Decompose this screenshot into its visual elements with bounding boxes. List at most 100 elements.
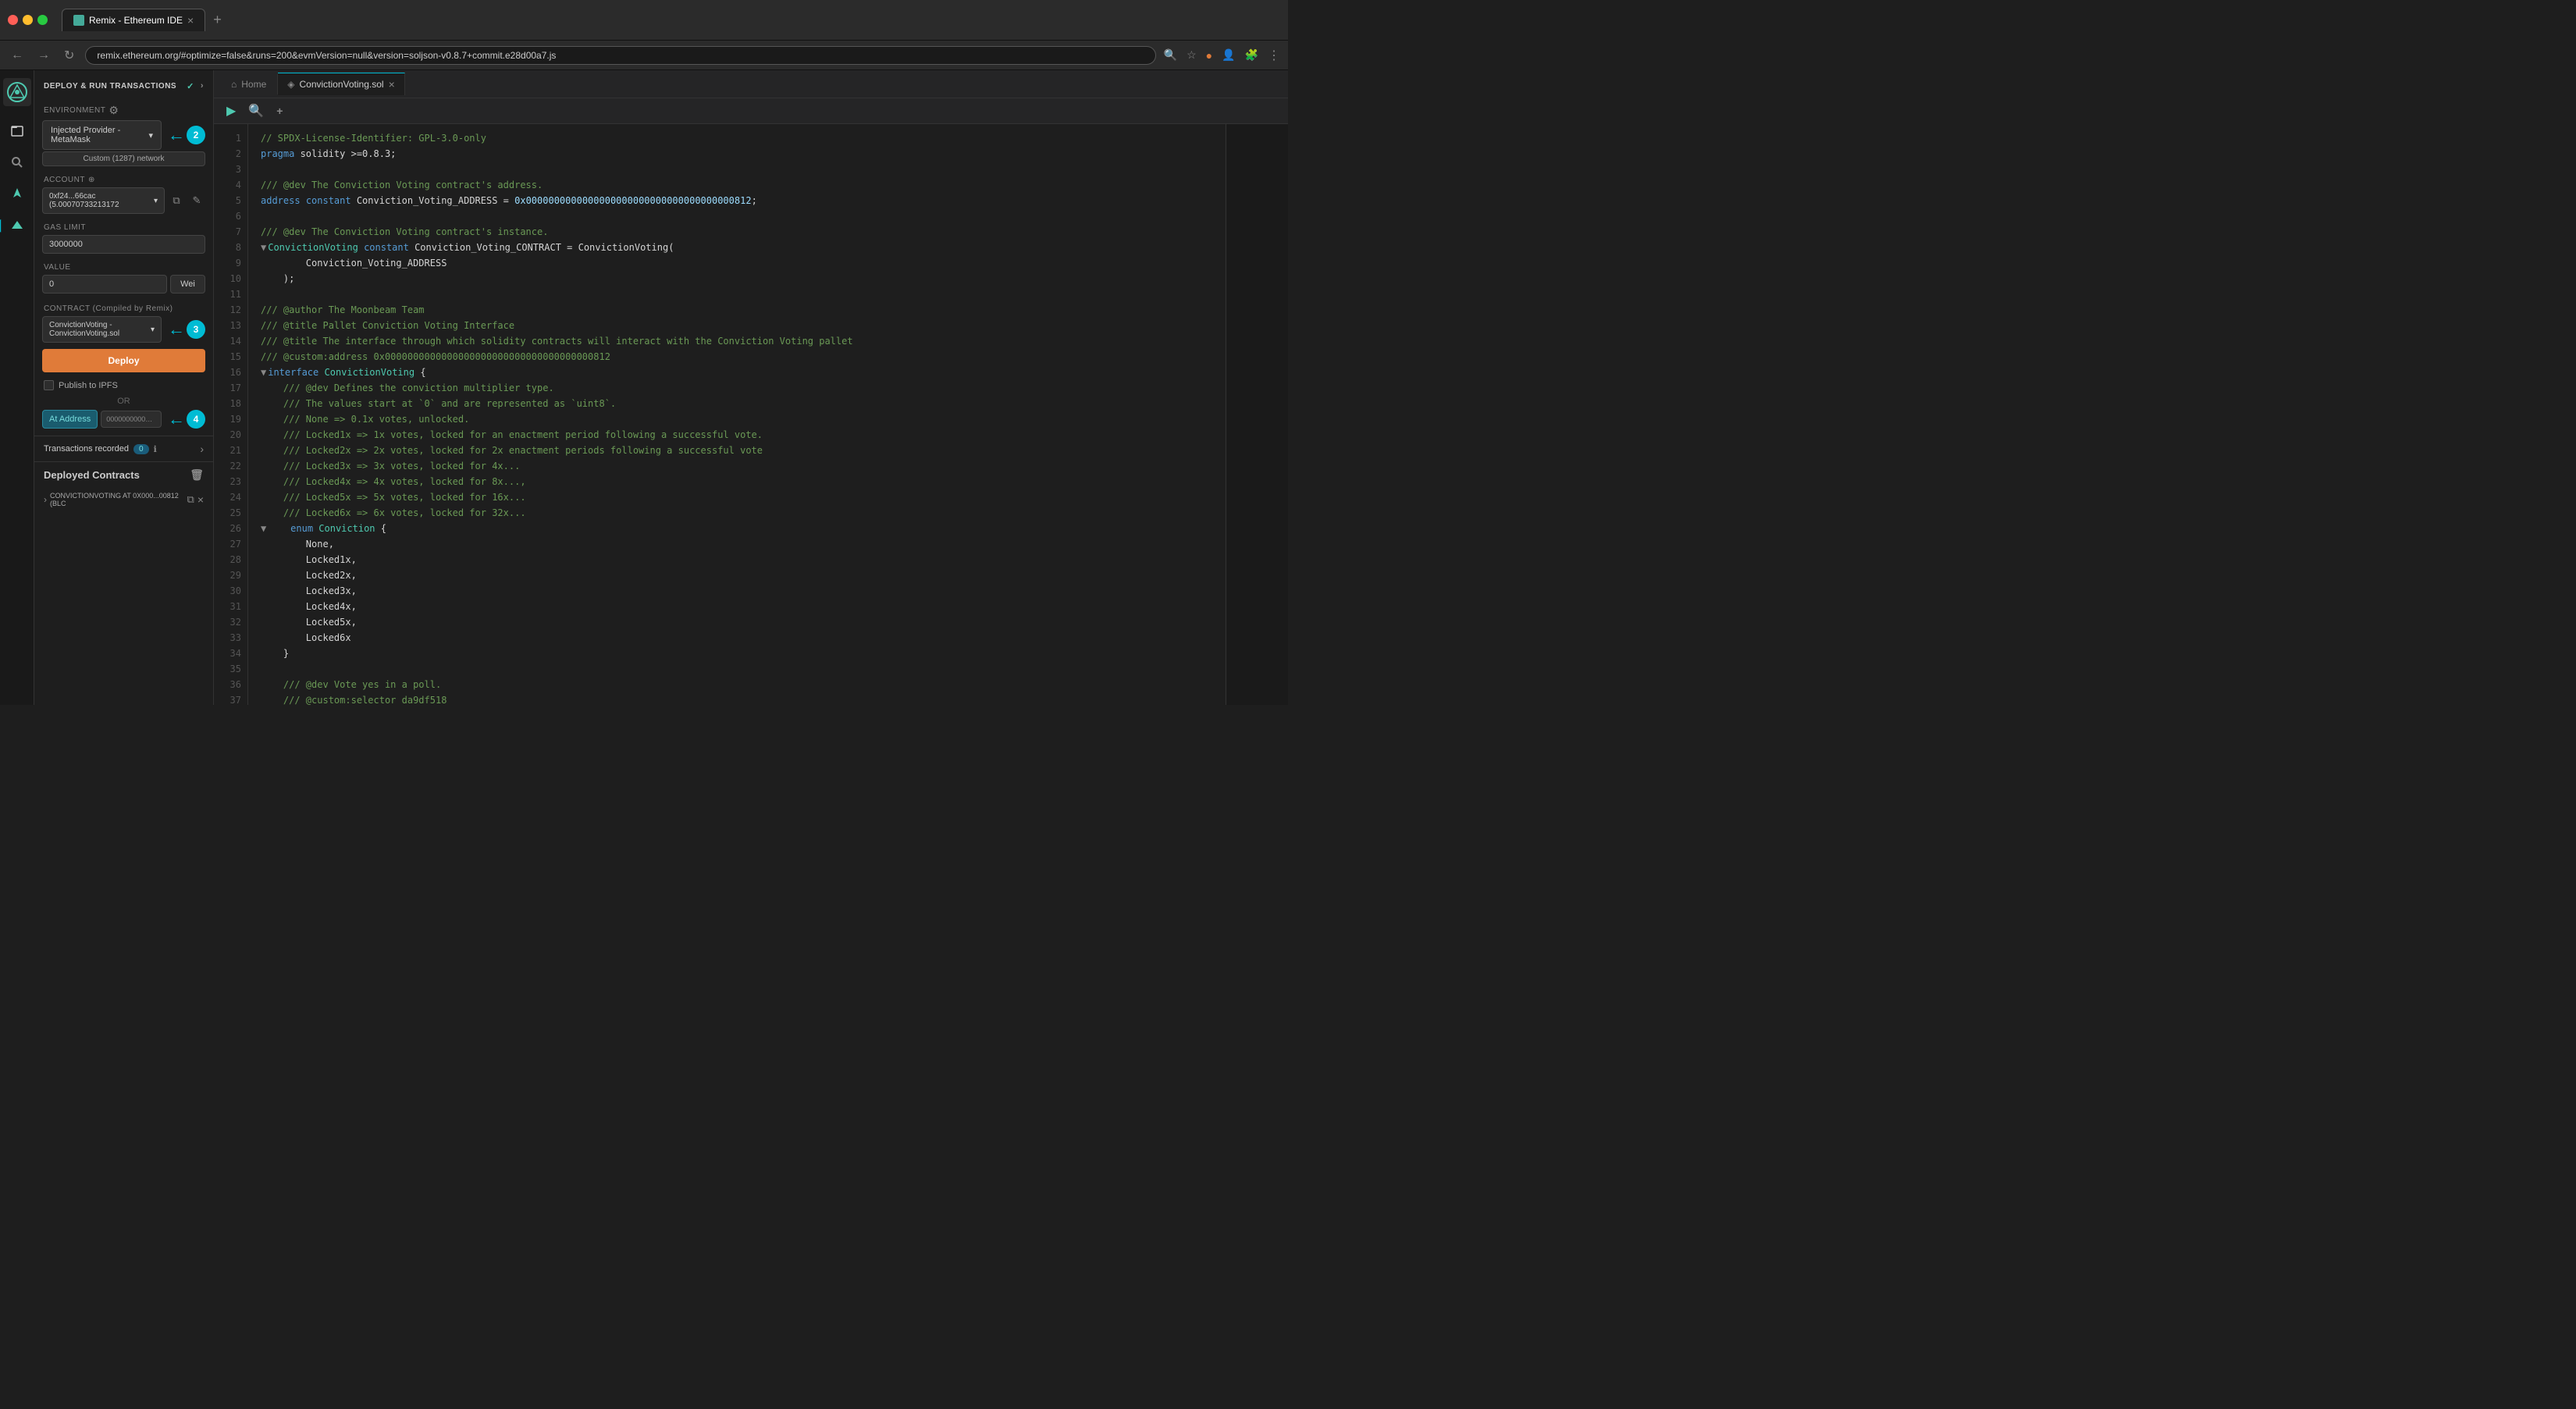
code-line: ▼interface ConvictionVoting { bbox=[261, 365, 1213, 380]
code-line: Locked5x, bbox=[261, 614, 1213, 630]
file-tab-label: ConvictionVoting.sol bbox=[300, 79, 384, 90]
minimap: pragma solidity // SPDX address constant… bbox=[1226, 124, 1288, 705]
contract-dropdown[interactable]: ConvictionVoting - ConvictionVoting.sol … bbox=[42, 316, 162, 343]
code-line: /// @title The interface through which s… bbox=[261, 333, 1213, 349]
bookmark-icon[interactable]: ☆ bbox=[1187, 48, 1197, 62]
custom-network-badge: Custom (1287) network bbox=[42, 151, 205, 166]
deployed-contracts-header: Deployed Contracts 🗑 bbox=[34, 461, 213, 488]
publish-ipfs-checkbox[interactable] bbox=[44, 380, 54, 390]
deploy-button[interactable]: Deploy bbox=[42, 349, 205, 372]
contract-item-expand[interactable]: › CONVICTIONVOTING AT 0X000...00812 (BLC bbox=[44, 492, 187, 507]
code-line: Locked6x bbox=[261, 630, 1213, 646]
minimize-window-btn[interactable] bbox=[23, 15, 33, 25]
env-chevron-icon: ▾ bbox=[148, 130, 153, 141]
code-line: address constant Conviction_Voting_ADDRE… bbox=[261, 193, 1213, 208]
contract-item-chevron-icon: › bbox=[44, 494, 47, 505]
puzzle-icon[interactable]: 🧩 bbox=[1245, 48, 1258, 62]
profile-icon[interactable]: 👤 bbox=[1222, 48, 1235, 62]
code-line: ▼ enum Conviction { bbox=[261, 521, 1213, 536]
app-container: ◀ DEPLOY & RUN TRANSACTIONS ✓ › ENVIRONM… bbox=[0, 70, 1288, 705]
code-line: /// Locked3x => 3x votes, locked for 4x.… bbox=[261, 458, 1213, 474]
at-address-button[interactable]: At Address bbox=[42, 410, 98, 429]
tab-close-btn[interactable]: × bbox=[187, 14, 194, 27]
contract-label: CONTRACT (Compiled by Remix) bbox=[34, 300, 213, 316]
back-btn[interactable]: ← bbox=[8, 45, 27, 66]
file-tab-close-btn[interactable]: × bbox=[389, 78, 395, 91]
sidebar-item-file-explorer[interactable] bbox=[3, 117, 31, 145]
check-icon[interactable]: ✓ bbox=[187, 81, 194, 91]
account-value: 0xf24...66cac (5.00070733213172 bbox=[49, 192, 154, 209]
code-line: /// Locked1x => 1x votes, locked for an … bbox=[261, 427, 1213, 443]
forward-btn[interactable]: → bbox=[34, 45, 53, 66]
environment-dropdown[interactable]: Injected Provider - MetaMask ▾ bbox=[42, 120, 162, 150]
code-line: /// None => 0.1x votes, unlocked. bbox=[261, 411, 1213, 427]
code-line: /// Locked4x => 4x votes, locked for 8x.… bbox=[261, 474, 1213, 489]
browser-tab-label: Remix - Ethereum IDE bbox=[89, 15, 183, 26]
editor-tab-home[interactable]: ⌂ Home bbox=[220, 74, 278, 94]
zoom-in-btn[interactable]: + bbox=[273, 103, 286, 119]
menu-icon[interactable]: ⋮ bbox=[1268, 48, 1280, 63]
code-line: } bbox=[261, 646, 1213, 661]
code-line: /// @custom:address 0x000000000000000000… bbox=[261, 349, 1213, 365]
code-content: // SPDX-License-Identifier: GPL-3.0-only… bbox=[248, 124, 1226, 705]
code-line: None, bbox=[261, 536, 1213, 552]
code-line: Conviction_Voting_ADDRESS bbox=[261, 255, 1213, 271]
extensions-icon[interactable]: ● bbox=[1206, 49, 1212, 62]
env-info-icon[interactable]: ⚙ bbox=[109, 104, 119, 117]
editor-tab-file[interactable]: ◈ ConvictionVoting.sol × bbox=[278, 73, 405, 95]
contract-copy-btn[interactable]: ⧉ bbox=[187, 493, 194, 506]
account-plus-icon[interactable]: ⊕ bbox=[88, 176, 95, 184]
code-line: /// Locked5x => 5x votes, locked for 16x… bbox=[261, 489, 1213, 505]
line-numbers: 1234567891011121314151617181920212223242… bbox=[214, 124, 248, 705]
code-line: /// Locked2x => 2x votes, locked for 2x … bbox=[261, 443, 1213, 458]
code-view[interactable]: 1234567891011121314151617181920212223242… bbox=[214, 124, 1288, 705]
at-address-input[interactable]: 0000000000000000000000000000000000000812 bbox=[101, 411, 162, 428]
home-tab-label: Home bbox=[241, 79, 266, 90]
annotation-arrow-3: ← bbox=[168, 319, 185, 340]
code-line: /// Locked6x => 6x votes, locked for 32x… bbox=[261, 505, 1213, 521]
new-tab-btn[interactable]: + bbox=[208, 12, 226, 28]
transactions-info-icon[interactable]: ℹ bbox=[154, 444, 157, 454]
tab-bar: Remix - Ethereum IDE × + bbox=[62, 9, 226, 31]
remix-favicon bbox=[73, 15, 84, 26]
clear-contracts-btn[interactable]: 🗑 bbox=[190, 468, 204, 482]
code-line bbox=[261, 661, 1213, 677]
sol-file-icon: ◈ bbox=[287, 79, 294, 90]
value-input[interactable] bbox=[42, 275, 167, 294]
address-bar[interactable] bbox=[85, 46, 1155, 65]
editor-tabs: ⌂ Home ◈ ConvictionVoting.sol × bbox=[214, 70, 1288, 98]
transactions-expand-icon: › bbox=[200, 443, 204, 455]
expand-icon[interactable]: › bbox=[201, 81, 204, 91]
contract-item-label: CONVICTIONVOTING AT 0X000...00812 (BLC bbox=[50, 492, 187, 507]
account-edit-btn[interactable]: ✎ bbox=[188, 192, 205, 209]
sidebar-item-search[interactable] bbox=[3, 148, 31, 176]
account-copy-btn[interactable]: ⧉ bbox=[168, 192, 185, 209]
gas-limit-input[interactable] bbox=[42, 235, 205, 254]
nav-icons: 🔍 ☆ ● 👤 🧩 ⋮ bbox=[1164, 48, 1280, 63]
browser-tab-remix[interactable]: Remix - Ethereum IDE × bbox=[62, 9, 205, 31]
code-line: // SPDX-License-Identifier: GPL-3.0-only bbox=[261, 130, 1213, 146]
env-selector: Injected Provider - MetaMask ▾ ← 2 bbox=[42, 120, 205, 150]
code-line: /// @dev Defines the conviction multipli… bbox=[261, 380, 1213, 396]
code-line: /// @dev Vote yes in a poll. bbox=[261, 677, 1213, 692]
close-window-btn[interactable] bbox=[8, 15, 18, 25]
code-line bbox=[261, 286, 1213, 302]
search-code-btn[interactable]: 🔍 bbox=[245, 101, 267, 120]
contract-remove-btn[interactable]: × bbox=[197, 493, 204, 506]
contract-selector: ConvictionVoting - ConvictionVoting.sol … bbox=[42, 316, 205, 343]
account-dropdown[interactable]: 0xf24...66cac (5.00070733213172 ▾ bbox=[42, 187, 165, 214]
sidebar-item-compile[interactable] bbox=[3, 180, 31, 208]
or-divider: OR bbox=[34, 393, 213, 409]
maximize-window-btn[interactable] bbox=[37, 15, 48, 25]
transactions-recorded-row[interactable]: Transactions recorded 0 ℹ › bbox=[34, 436, 213, 461]
value-unit-select[interactable]: Wei Gwei Ether bbox=[170, 275, 205, 294]
transactions-left: Transactions recorded 0 ℹ bbox=[44, 444, 157, 454]
publish-ipfs-row: Publish to IPFS bbox=[34, 377, 213, 393]
refresh-btn[interactable]: ↻ bbox=[61, 44, 77, 66]
run-btn[interactable]: ▶ bbox=[223, 101, 239, 120]
remix-logo bbox=[3, 78, 31, 106]
annotation-arrow-2: ← bbox=[168, 125, 185, 145]
search-nav-icon[interactable]: 🔍 bbox=[1164, 48, 1177, 62]
code-line: ); bbox=[261, 271, 1213, 286]
sidebar-item-deploy[interactable]: ◀ bbox=[3, 211, 31, 239]
